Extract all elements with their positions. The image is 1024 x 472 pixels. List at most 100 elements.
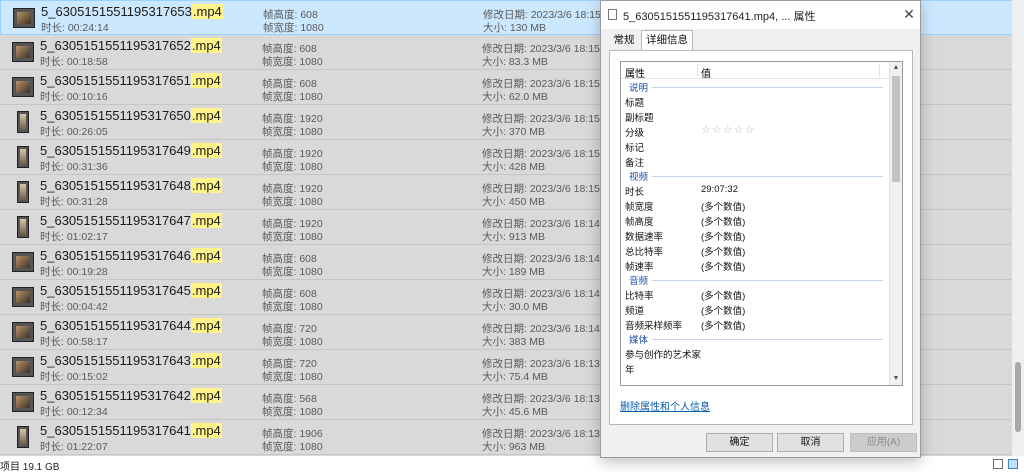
video-thumbnail-icon — [12, 77, 34, 97]
file-extension: .mp4 — [190, 73, 222, 88]
property-grid-header: 属性 值 — [621, 62, 889, 80]
list-scrollbar-thumb[interactable] — [1015, 362, 1021, 432]
property-value[interactable]: (多个数值) — [701, 214, 745, 228]
file-name-base: 5_6305151551195317641 — [40, 423, 191, 438]
frame-width: 帧宽度: 1080 — [262, 56, 323, 68]
property-value[interactable]: (多个数值) — [701, 259, 745, 273]
property-row[interactable]: 标记 — [621, 139, 889, 154]
tiles-view-icon[interactable] — [1008, 459, 1018, 469]
property-row[interactable]: 音频采样频率 (多个数值) — [621, 317, 889, 332]
file-name-base: 5_6305151551195317646 — [40, 248, 191, 263]
file-name: 5_6305151551195317643.mp4 — [40, 353, 222, 368]
property-row[interactable]: 标题 — [621, 94, 889, 109]
property-section-header: 视频 — [621, 169, 889, 183]
file-extension: .mp4 — [190, 178, 222, 193]
tab-details[interactable]: 详细信息 — [641, 30, 693, 51]
property-row[interactable]: 时长 29:07:32 — [621, 183, 889, 198]
file-name-base: 5_6305151551195317648 — [40, 178, 191, 193]
file-extension: .mp4 — [190, 423, 222, 438]
properties-icon — [608, 7, 622, 20]
property-name: 频道 — [625, 306, 645, 317]
file-name: 5_6305151551195317651.mp4 — [40, 73, 222, 88]
file-name: 5_6305151551195317647.mp4 — [40, 213, 222, 228]
video-thumbnail-icon — [12, 42, 34, 62]
cancel-button[interactable]: 取消 — [777, 433, 844, 452]
file-duration: 时长: 01:22:07 — [40, 441, 108, 453]
property-row[interactable]: 总比特率 (多个数值) — [621, 243, 889, 258]
frame-width: 帧宽度: 1080 — [262, 406, 323, 418]
property-name: 总比特率 — [625, 247, 664, 258]
video-thumbnail-icon — [12, 252, 34, 272]
column-divider[interactable] — [879, 64, 880, 77]
property-section-header: 音频 — [621, 273, 889, 287]
property-value[interactable]: (多个数值) — [701, 288, 745, 302]
ok-button[interactable]: 确定 — [706, 433, 773, 452]
properties-dialog: 5_6305151551195317641.mp4, ... 属性 ✕ 常规 详… — [600, 0, 921, 458]
property-row[interactable]: 帧高度 (多个数值) — [621, 213, 889, 228]
video-thumbnail-icon — [12, 322, 34, 342]
video-thumbnail-icon — [12, 287, 34, 307]
property-value[interactable]: (多个数值) — [701, 229, 745, 243]
column-value[interactable]: 值 — [701, 65, 711, 80]
property-row[interactable]: 参与创作的艺术家 — [621, 346, 889, 361]
close-icon[interactable]: ✕ — [900, 5, 918, 23]
scroll-down-icon[interactable]: ▼ — [890, 373, 902, 385]
property-name: 音频采样频率 — [625, 321, 683, 332]
file-extension: .mp4 — [190, 283, 222, 298]
frame-width: 帧宽度: 1080 — [262, 196, 323, 208]
frame-width: 帧宽度: 1080 — [262, 91, 323, 103]
file-size: 大小: 963 MB — [482, 441, 546, 453]
video-thumbnail-icon — [17, 216, 29, 238]
list-scrollbar[interactable] — [1012, 0, 1024, 456]
property-name: 参与创作的艺术家 — [625, 350, 702, 361]
property-name: 比特率 — [625, 291, 654, 302]
property-name: 副标题 — [625, 113, 654, 124]
column-divider[interactable] — [697, 64, 698, 77]
property-name: 备注 — [625, 158, 645, 169]
file-duration: 时长: 00:58:17 — [40, 336, 108, 348]
property-row[interactable]: 备注 — [621, 154, 889, 169]
file-name-base: 5_6305151551195317644 — [40, 318, 191, 333]
video-thumbnail-icon — [12, 357, 34, 377]
column-property[interactable]: 属性 — [625, 65, 645, 80]
tab-general[interactable]: 常规 — [609, 31, 639, 50]
file-name-base: 5_6305151551195317652 — [40, 38, 191, 53]
file-size: 大小: 383 MB — [482, 336, 546, 348]
property-value[interactable]: (多个数值) — [701, 199, 745, 213]
file-duration: 时长: 00:31:36 — [40, 161, 108, 173]
property-name: 标记 — [625, 143, 645, 154]
file-duration: 时长: 00:04:42 — [40, 301, 108, 313]
property-value[interactable]: (多个数值) — [701, 244, 745, 258]
property-row[interactable]: 副标题 — [621, 109, 889, 124]
status-bar: 项目 19.1 GB — [0, 456, 1024, 472]
frame-width: 帧宽度: 1080 — [262, 161, 323, 173]
file-name: 5_6305151551195317648.mp4 — [40, 178, 222, 193]
scroll-up-icon[interactable]: ▲ — [890, 62, 902, 74]
file-name: 5_6305151551195317652.mp4 — [40, 38, 222, 53]
file-name: 5_6305151551195317642.mp4 — [40, 388, 222, 403]
property-row[interactable]: 比特率 (多个数值) — [621, 287, 889, 302]
details-view-icon[interactable] — [993, 459, 1003, 469]
property-value[interactable]: (多个数值) — [701, 318, 745, 332]
property-value[interactable]: 29:07:32 — [701, 184, 738, 195]
apply-button[interactable]: 应用(A) — [850, 433, 917, 452]
section-title: 媒体 — [629, 332, 653, 346]
property-row[interactable]: 频道 (多个数值) — [621, 302, 889, 317]
rating-stars-icon[interactable]: ☆☆☆☆☆ — [701, 123, 755, 136]
property-row[interactable]: 帧速率 (多个数值) — [621, 258, 889, 273]
property-row[interactable]: 分级 ☆☆☆☆☆ — [621, 124, 889, 139]
property-row[interactable]: 数据速率 (多个数值) — [621, 228, 889, 243]
file-name-base: 5_6305151551195317642 — [40, 388, 191, 403]
property-grid-scrollbar[interactable]: ▲ ▼ — [889, 62, 902, 385]
file-name: 5_6305151551195317646.mp4 — [40, 248, 222, 263]
property-row[interactable]: 年 — [621, 361, 889, 376]
file-extension: .mp4 — [190, 248, 222, 263]
file-duration: 时长: 00:10:16 — [40, 91, 108, 103]
remove-properties-link[interactable]: 删除属性和个人信息 — [620, 398, 710, 413]
property-row[interactable]: 帧宽度 (多个数值) — [621, 198, 889, 213]
property-value[interactable]: (多个数值) — [701, 303, 745, 317]
file-size: 大小: 189 MB — [482, 266, 546, 278]
property-grid-scroll-thumb[interactable] — [892, 76, 900, 182]
property-grid: 属性 值 说明 标题副标题 分级 ☆☆☆☆☆ 标记备注 视频 时长 29:07:32 帧宽度 (多… — [620, 61, 903, 386]
property-section-header: 说明 — [621, 80, 889, 94]
